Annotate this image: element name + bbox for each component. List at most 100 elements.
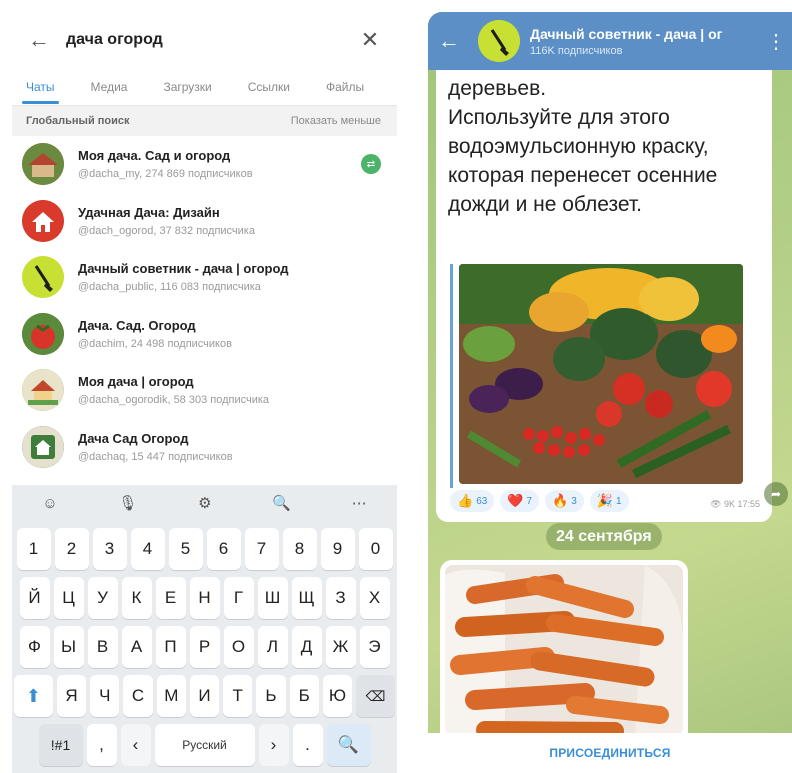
list-item[interactable]: Моя дача | огород @dacha_ogorodik, 58 30… — [12, 362, 397, 419]
shift-icon[interactable]: ⬆ — [13, 675, 53, 717]
result-name: Удачная Дача: Дизайн — [78, 204, 220, 220]
list-item[interactable]: Дача Сад Огород @dachaq, 15 447 подписчи… — [12, 419, 397, 476]
backspace-icon[interactable]: ⌫ — [356, 675, 396, 717]
share-icon[interactable]: ➦ — [764, 482, 788, 506]
key[interactable]: Н — [189, 577, 220, 619]
key[interactable]: С — [123, 675, 153, 717]
avatar — [22, 369, 64, 412]
key[interactable]: З — [325, 577, 356, 619]
avatar — [22, 256, 64, 299]
chevron-right-icon[interactable]: › — [258, 724, 289, 766]
key[interactable]: Ь — [256, 675, 286, 717]
space-key[interactable]: Русский — [154, 724, 255, 766]
tab-media[interactable]: Медиа — [87, 70, 132, 104]
key[interactable]: К — [121, 577, 152, 619]
keyboard-row-bottom: !#1 , ‹ Русский › . 🔍 — [12, 724, 397, 766]
emoji-icon[interactable]: ☺ — [42, 495, 57, 512]
reaction-count: 7 — [526, 495, 533, 507]
list-item[interactable]: Дачный советник - дача | огород @dacha_p… — [12, 249, 397, 306]
list-item[interactable]: Моя дача. Сад и огород @dacha_my, 274 86… — [12, 136, 397, 193]
key[interactable]: 2 — [54, 528, 89, 570]
search-icon[interactable]: 🔍 — [326, 724, 371, 766]
reaction-count: 63 — [476, 495, 488, 507]
reaction-fire[interactable]: 🔥 3 — [545, 490, 584, 512]
key[interactable]: М — [156, 675, 186, 717]
key[interactable]: Ы — [53, 626, 84, 668]
list-item[interactable]: Дача. Сад. Огород @dachim, 24 498 подпис… — [12, 306, 397, 363]
period-key[interactable]: . — [292, 724, 323, 766]
house-icon — [22, 369, 64, 412]
avatar — [22, 143, 64, 186]
key[interactable]: И — [189, 675, 220, 717]
key[interactable]: Й — [19, 577, 50, 619]
show-less-link[interactable]: Показать меньше — [291, 115, 381, 127]
key[interactable]: 8 — [282, 528, 317, 570]
key[interactable]: Ж — [325, 626, 356, 668]
avatar — [22, 425, 64, 468]
close-icon[interactable]: ✕ — [355, 25, 385, 55]
arrow-left-icon[interactable]: ← — [24, 25, 54, 55]
carrots-photo[interactable] — [445, 565, 683, 735]
search-results: Моя дача. Сад и огород @dacha_my, 274 86… — [12, 136, 397, 475]
key[interactable]: Д — [291, 626, 322, 668]
key[interactable]: Ю — [322, 675, 353, 717]
vegetables-photo[interactable] — [459, 264, 743, 484]
key[interactable]: Х — [359, 577, 390, 619]
key[interactable]: 5 — [168, 528, 203, 570]
key[interactable]: 0 — [358, 528, 393, 570]
key[interactable]: В — [87, 626, 118, 668]
key[interactable]: 9 — [320, 528, 355, 570]
key[interactable]: Ц — [53, 577, 84, 619]
key[interactable]: 6 — [206, 528, 241, 570]
reaction-heart[interactable]: ❤️ 7 — [500, 490, 540, 512]
reactions-bar: 👍 63 ❤️ 7 🔥 3 🎉 1 — [450, 490, 635, 512]
tab-downloads[interactable]: Загрузки — [159, 70, 215, 104]
key[interactable]: О — [223, 626, 254, 668]
keyboard-row-1: Й Ц У К Е Н Г Ш Щ З Х — [12, 577, 397, 619]
gear-icon[interactable]: ⚙ — [198, 494, 211, 512]
key[interactable]: Ф — [19, 626, 50, 668]
key[interactable]: Р — [189, 626, 220, 668]
join-button[interactable]: ПРИСОЕДИНИТЬСЯ — [549, 746, 670, 760]
key[interactable]: Ш — [257, 577, 288, 619]
tab-chats[interactable]: Чаты — [22, 70, 59, 104]
result-subtitle: @dachim, 24 498 подписчиков — [78, 337, 232, 350]
key[interactable]: 3 — [92, 528, 127, 570]
more-icon[interactable]: ⋯ — [352, 494, 367, 512]
search-icon[interactable]: 🔍 — [272, 494, 291, 512]
key[interactable]: Т — [223, 675, 253, 717]
key[interactable]: Я — [56, 675, 87, 717]
key[interactable]: А — [121, 626, 152, 668]
search-input[interactable] — [66, 31, 355, 49]
key[interactable]: П — [155, 626, 186, 668]
list-item[interactable]: Удачная Дача: Дизайн @dach_ogorod, 37 83… — [12, 193, 397, 250]
key[interactable]: Э — [359, 626, 390, 668]
key[interactable]: 4 — [130, 528, 165, 570]
chevron-left-icon[interactable]: ‹ — [120, 724, 151, 766]
screenshot-root: ← ✕ Чаты Медиа Загрузки Ссылки Файлы Гло… — [0, 0, 792, 773]
more-vertical-icon[interactable]: ⋮ — [766, 29, 786, 54]
key[interactable]: Ч — [90, 675, 120, 717]
key[interactable]: Щ — [291, 577, 322, 619]
reaction-party[interactable]: 🎉 1 — [589, 490, 629, 512]
vegetables-image — [459, 264, 743, 484]
symbols-key[interactable]: !#1 — [38, 724, 83, 766]
microphone-icon[interactable]: 🎙 — [118, 494, 137, 512]
key[interactable]: Б — [289, 675, 319, 717]
keyboard-row-numbers: 1 2 3 4 5 6 7 8 9 0 — [12, 528, 397, 570]
key[interactable]: Е — [155, 577, 186, 619]
key[interactable]: У — [87, 577, 118, 619]
tab-links[interactable]: Ссылки — [244, 70, 294, 104]
comma-key[interactable]: , — [86, 724, 117, 766]
channel-info[interactable]: Дачный советник - дача | ог 116K подписч… — [530, 26, 766, 57]
key[interactable]: 1 — [16, 528, 51, 570]
reaction-thumbs-up[interactable]: 👍 63 — [450, 490, 495, 512]
eye-icon: 👁 — [709, 499, 722, 509]
key[interactable]: Л — [257, 626, 288, 668]
key[interactable]: 7 — [244, 528, 279, 570]
message-time: 17:55 — [737, 499, 760, 509]
tab-files[interactable]: Файлы — [322, 70, 368, 104]
avatar[interactable] — [478, 20, 520, 62]
arrow-left-icon[interactable]: ← — [438, 28, 472, 54]
key[interactable]: Г — [223, 577, 254, 619]
